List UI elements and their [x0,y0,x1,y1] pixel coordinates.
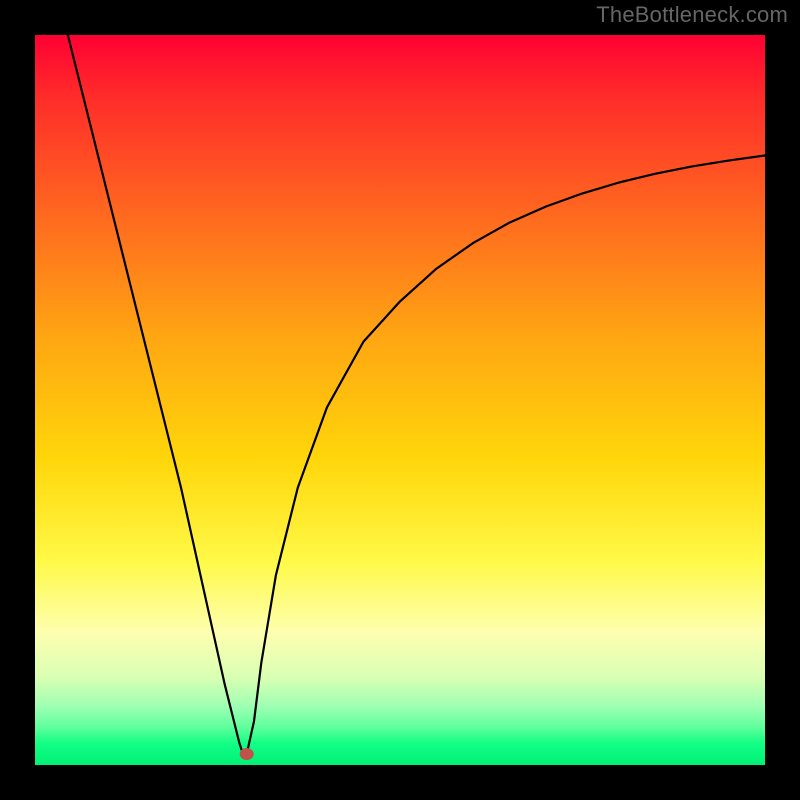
chart-container: TheBottleneck.com [0,0,800,800]
bottleneck-curve [35,0,765,754]
plot-area [35,35,765,765]
watermark-text: TheBottleneck.com [596,2,788,28]
marker-dot [240,748,254,760]
chart-svg [35,35,765,765]
